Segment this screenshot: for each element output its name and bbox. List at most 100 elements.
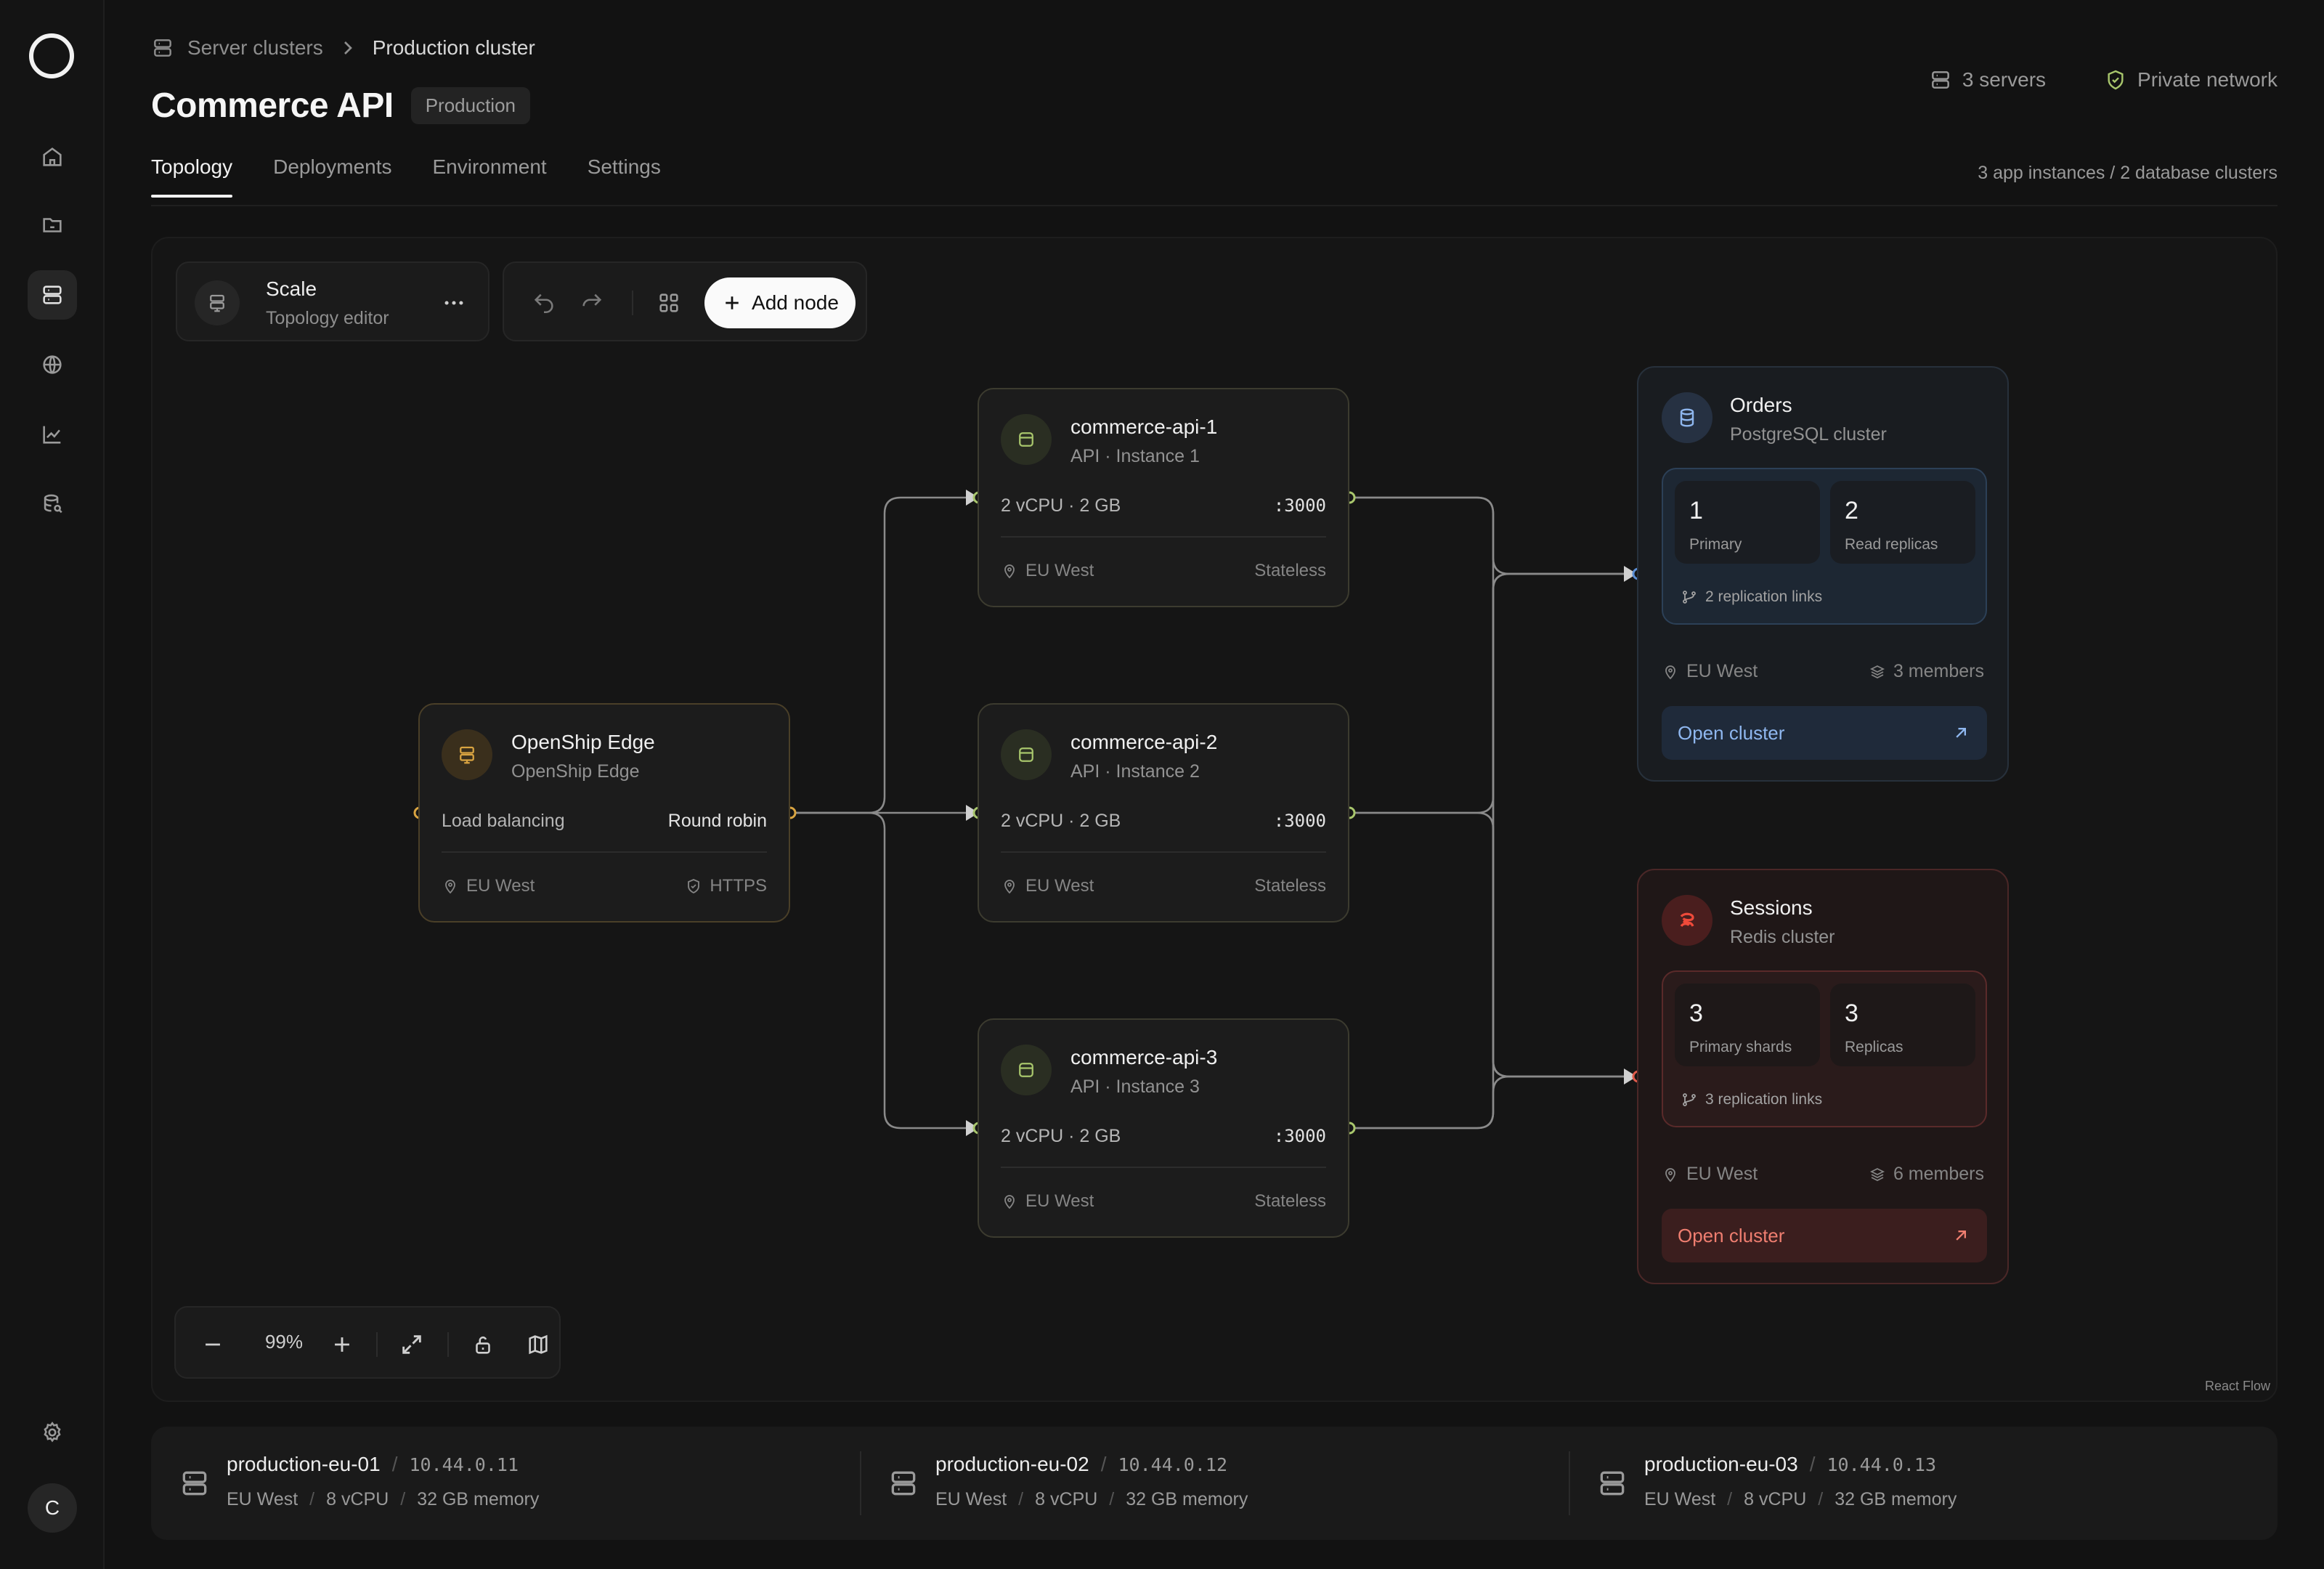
server-cpu: 8 vCPU [326, 1489, 389, 1509]
servers-nav-button[interactable] [28, 270, 77, 320]
server-icon [891, 1471, 916, 1496]
node-region: EU West [1025, 561, 1094, 580]
fit-view-button[interactable] [397, 1329, 427, 1360]
stat-value: 2 [1845, 497, 1858, 524]
stat-read-replicas: 2 Read replicas [1830, 481, 1975, 564]
separator: / [1818, 1489, 1824, 1509]
server-name: production-eu-03 [1644, 1453, 1798, 1475]
databases-nav-button[interactable] [28, 479, 77, 529]
separator: / [1100, 1453, 1107, 1475]
node-spec: 2 vCPU · 2 GB [1001, 1126, 1121, 1146]
plus-icon [335, 1337, 349, 1352]
server-memory: 32 GB memory [1835, 1489, 1957, 1509]
db-icon-badge [1662, 392, 1712, 443]
git-branch-icon [1683, 591, 1696, 604]
private-network-label: Private network [2137, 68, 2278, 91]
page-title: Commerce API [151, 86, 394, 125]
tab-settings[interactable]: Settings [588, 155, 661, 198]
minimap-toggle-button[interactable] [523, 1329, 553, 1360]
api-node-2[interactable]: commerce-api-2 API · Instance 2 2 vCPU ·… [978, 703, 1349, 923]
separator: / [309, 1489, 315, 1509]
zoom-out-button[interactable] [198, 1329, 228, 1360]
breadcrumb-parent-link[interactable]: Server clusters [187, 36, 323, 60]
server-name-row: production-eu-01 / 10.44.0.11 [227, 1453, 519, 1476]
db-region: EU West [1686, 661, 1758, 681]
replication-label: 2 replication links [1705, 588, 1823, 605]
git-branch-icon [1683, 1093, 1696, 1106]
server-stack-icon [210, 294, 224, 312]
server-ip: 10.44.0.13 [1827, 1454, 1936, 1475]
undo-icon [534, 293, 553, 314]
node-divider [1001, 536, 1326, 538]
chart-icon [43, 426, 61, 444]
app-logo[interactable] [29, 33, 74, 78]
api-node-1[interactable]: commerce-api-1 API · Instance 1 2 vCPU ·… [978, 388, 1349, 607]
add-node-button[interactable]: Add node [704, 277, 856, 328]
node-footer: EU West Stateless [1001, 876, 1326, 896]
user-avatar[interactable]: C [28, 1483, 77, 1533]
arrow-up-right-icon [1956, 1231, 1966, 1241]
db-title: Sessions [1730, 896, 1813, 919]
server-item[interactable]: production-eu-01 / 10.44.0.11 EU West / … [151, 1427, 860, 1540]
stat-label: Primary [1689, 536, 1742, 553]
open-sessions-cluster-button[interactable]: Open cluster [1662, 1209, 1987, 1262]
settings-nav-button[interactable] [28, 1408, 77, 1457]
lb-icon-badge [442, 729, 492, 780]
node-subtitle: OpenShip Edge [511, 761, 640, 782]
server-memory: 32 GB memory [1126, 1489, 1248, 1509]
react-flow-attribution[interactable]: React Flow [2205, 1379, 2270, 1394]
tab-environment[interactable]: Environment [433, 155, 547, 198]
node-title: commerce-api-1 [1070, 415, 1218, 438]
private-network-indicator[interactable]: Private network [2104, 68, 2278, 92]
db-stats: 3 Primary shards 3 Replicas 3 replicatio… [1662, 970, 1987, 1127]
load-balancer-node[interactable]: OpenShip Edge OpenShip Edge Load balanci… [418, 703, 790, 923]
server-item[interactable]: production-eu-03 / 10.44.0.13 EU West / … [1569, 1427, 2278, 1540]
network-nav-button[interactable] [28, 340, 77, 389]
tab-topology[interactable]: Topology [151, 155, 233, 198]
analytics-nav-button[interactable] [28, 410, 77, 459]
header-meta: 3 servers Private network [1929, 68, 2278, 92]
layout-grid-button[interactable] [654, 288, 684, 318]
scale-panel[interactable]: Scale Topology editor [176, 262, 489, 341]
server-name-row: production-eu-02 / 10.44.0.12 [935, 1453, 1227, 1476]
zoom-level: 99% [264, 1331, 304, 1353]
sidebar: C [0, 0, 105, 1569]
tab-deployments[interactable]: Deployments [273, 155, 391, 198]
open-cluster-label: Open cluster [1678, 1224, 1785, 1246]
api-node-3[interactable]: commerce-api-3 API · Instance 3 2 vCPU ·… [978, 1018, 1349, 1238]
undo-button[interactable] [529, 288, 559, 318]
projects-nav-button[interactable] [28, 200, 77, 250]
container-icon [1019, 1063, 1033, 1077]
map-pin-icon [1665, 1167, 1675, 1182]
server-item[interactable]: production-eu-02 / 10.44.0.12 EU West / … [860, 1427, 1569, 1540]
servers-count-label: 3 servers [1962, 68, 2047, 91]
orders-db-node[interactable]: Orders PostgreSQL cluster 1 Primary 2 Re… [1637, 366, 2009, 782]
map-pin-icon [1004, 880, 1015, 894]
home-nav-button[interactable] [28, 132, 77, 182]
redo-button[interactable] [577, 288, 607, 318]
shield-check-icon [2108, 70, 2124, 90]
zoom-in-button[interactable] [327, 1329, 357, 1360]
server-meta-row: EU West / 8 vCPU / 32 GB memory [935, 1489, 1248, 1510]
lb-strategy: Round robin [667, 811, 767, 831]
map-pin-icon [1665, 665, 1675, 679]
map-icon [529, 1334, 548, 1355]
database-search-icon [44, 494, 62, 514]
node-spec: 2 vCPU · 2 GB [1001, 811, 1121, 831]
servers-count[interactable]: 3 servers [1929, 68, 2046, 92]
more-options-button[interactable] [440, 289, 468, 317]
node-title: commerce-api-3 [1070, 1046, 1218, 1069]
title-row: Commerce API Production [151, 86, 530, 126]
breadcrumb-current: Production cluster [372, 36, 535, 59]
server-name: production-eu-01 [227, 1453, 381, 1475]
open-orders-cluster-button[interactable]: Open cluster [1662, 706, 1987, 760]
node-divider [1001, 1167, 1326, 1168]
sessions-db-node[interactable]: Sessions Redis cluster 3 Primary shards … [1637, 869, 2009, 1284]
server-name: production-eu-02 [935, 1453, 1089, 1475]
toolbar-separator [632, 291, 633, 315]
container-icon [1019, 747, 1033, 762]
stat-label: Read replicas [1845, 536, 1938, 553]
lock-toggle-button[interactable] [468, 1329, 498, 1360]
node-row: 2 vCPU · 2 GB :3000 [1001, 495, 1326, 516]
separator: / [1727, 1489, 1733, 1509]
